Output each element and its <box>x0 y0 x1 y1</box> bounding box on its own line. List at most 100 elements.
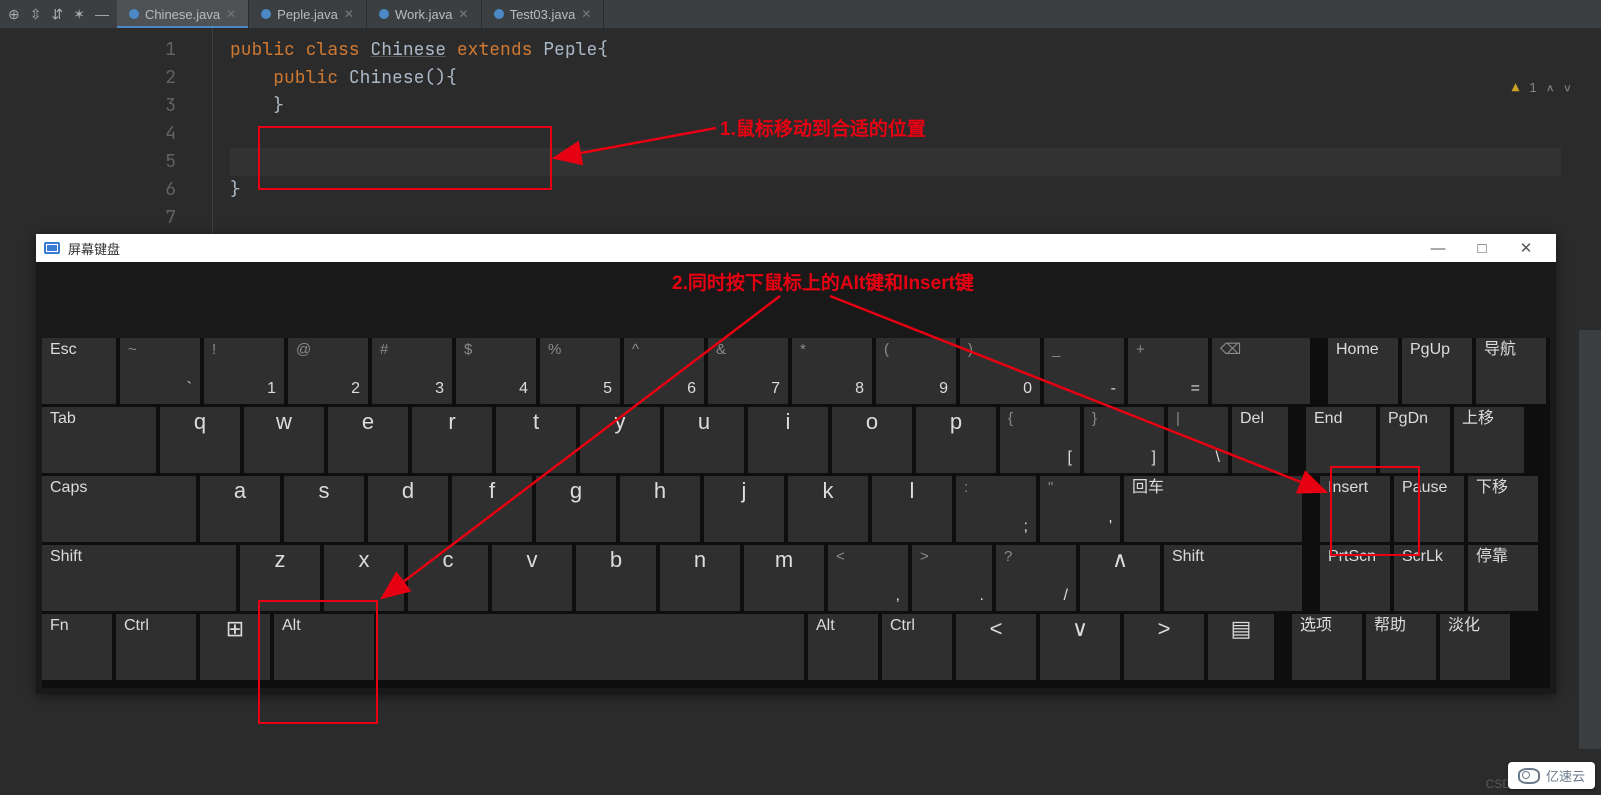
key-tab[interactable]: Tab <box>42 407 156 473</box>
key-pgdn[interactable]: PgDn <box>1380 407 1450 473</box>
tab-work-java[interactable]: Work.java✕ <box>367 0 482 28</box>
key-pause[interactable]: Pause <box>1394 476 1464 542</box>
key-j[interactable]: j <box>704 476 784 542</box>
close-icon[interactable]: ✕ <box>581 7 591 21</box>
code-line[interactable] <box>230 148 1561 176</box>
tab-test03-java[interactable]: Test03.java✕ <box>482 0 605 28</box>
key-c[interactable]: c <box>408 545 488 611</box>
key-[interactable] <box>378 614 804 680</box>
key-u[interactable]: u <box>664 407 744 473</box>
key-prtscn[interactable]: PrtScn <box>1320 545 1390 611</box>
key-1[interactable]: !1 <box>204 338 284 404</box>
key-w[interactable]: w <box>244 407 324 473</box>
key-[interactable]: 导航 <box>1476 338 1546 404</box>
toolbar-icon-1[interactable]: ⇳ <box>30 6 42 23</box>
key-z[interactable]: z <box>240 545 320 611</box>
key-9[interactable]: (9 <box>876 338 956 404</box>
close-icon[interactable]: ✕ <box>226 7 236 21</box>
key-4[interactable]: $4 <box>456 338 536 404</box>
key-q[interactable]: q <box>160 407 240 473</box>
key-alt[interactable]: Alt <box>274 614 374 680</box>
key-h[interactable]: h <box>620 476 700 542</box>
window-maximize-button[interactable]: □ <box>1460 240 1504 257</box>
key-5[interactable]: %5 <box>540 338 620 404</box>
key-0[interactable]: )0 <box>960 338 1040 404</box>
key-[interactable]: 上移 <box>1454 407 1524 473</box>
code-line[interactable]: public class Chinese extends Peple{ <box>230 36 1561 64</box>
chevron-down-icon[interactable]: ∨ <box>1564 74 1571 102</box>
key-alt[interactable]: Alt <box>808 614 878 680</box>
key-[interactable]: {[ <box>1000 407 1080 473</box>
key-s[interactable]: s <box>284 476 364 542</box>
key-[interactable]: ?/ <box>996 545 1076 611</box>
code-line[interactable]: } <box>230 92 1561 120</box>
key-caps[interactable]: Caps <box>42 476 196 542</box>
code-line[interactable]: public Chinese(){ <box>230 64 1561 92</box>
key-6[interactable]: ^6 <box>624 338 704 404</box>
key-ctrl[interactable]: Ctrl <box>116 614 196 680</box>
window-close-button[interactable]: ✕ <box>1504 239 1548 257</box>
key-[interactable]: _- <box>1044 338 1124 404</box>
key-[interactable]: 选项 <box>1292 614 1362 680</box>
key-[interactable]: "' <box>1040 476 1120 542</box>
key-n[interactable]: n <box>660 545 740 611</box>
key-esc[interactable]: Esc <box>42 338 116 404</box>
key-[interactable]: ~` <box>120 338 200 404</box>
key-[interactable]: 帮助 <box>1366 614 1436 680</box>
chevron-up-icon[interactable]: ∧ <box>1547 74 1554 102</box>
key-[interactable]: < <box>956 614 1036 680</box>
key-[interactable]: ⌫ <box>1212 338 1310 404</box>
key-y[interactable]: y <box>580 407 660 473</box>
key-t[interactable]: t <box>496 407 576 473</box>
key-[interactable]: += <box>1128 338 1208 404</box>
close-icon[interactable]: ✕ <box>344 7 354 21</box>
key-[interactable]: :; <box>956 476 1036 542</box>
key-shift[interactable]: Shift <box>42 545 236 611</box>
key-e[interactable]: e <box>328 407 408 473</box>
key-[interactable]: ∧ <box>1080 545 1160 611</box>
key-insert[interactable]: Insert <box>1320 476 1390 542</box>
key-g[interactable]: g <box>536 476 616 542</box>
tab-chinese-java[interactable]: Chinese.java✕ <box>117 0 249 28</box>
key-shift[interactable]: Shift <box>1164 545 1302 611</box>
key-[interactable]: ▤ <box>1208 614 1274 680</box>
key-home[interactable]: Home <box>1328 338 1398 404</box>
key-i[interactable]: i <box>748 407 828 473</box>
key-o[interactable]: o <box>832 407 912 473</box>
tab-peple-java[interactable]: Peple.java✕ <box>249 0 367 28</box>
key-[interactable]: |\ <box>1168 407 1228 473</box>
key-[interactable]: > <box>1124 614 1204 680</box>
key-[interactable]: }] <box>1084 407 1164 473</box>
key-f[interactable]: f <box>452 476 532 542</box>
key-scrlk[interactable]: ScrLk <box>1394 545 1464 611</box>
key-d[interactable]: d <box>368 476 448 542</box>
key-[interactable]: 回车 <box>1124 476 1302 542</box>
key-m[interactable]: m <box>744 545 824 611</box>
key-r[interactable]: r <box>412 407 492 473</box>
code-line[interactable] <box>230 204 1561 232</box>
key-8[interactable]: *8 <box>792 338 872 404</box>
key-b[interactable]: b <box>576 545 656 611</box>
code-line[interactable] <box>230 120 1561 148</box>
code-editor[interactable]: 1234567 public class Chinese extends Pep… <box>0 28 1601 238</box>
window-minimize-button[interactable]: — <box>1416 240 1460 257</box>
key-v[interactable]: v <box>492 545 572 611</box>
key-2[interactable]: @2 <box>288 338 368 404</box>
key-[interactable]: ∨ <box>1040 614 1120 680</box>
toolbar-icon-4[interactable]: — <box>95 6 109 22</box>
close-icon[interactable]: ✕ <box>459 7 469 21</box>
toolbar-icon-3[interactable]: ✶ <box>73 6 85 23</box>
key-[interactable]: 淡化 <box>1440 614 1510 680</box>
toolbar-icon-0[interactable]: ⊕ <box>8 6 20 23</box>
key-ctrl[interactable]: Ctrl <box>882 614 952 680</box>
key-[interactable]: 下移 <box>1468 476 1538 542</box>
osk-titlebar[interactable]: 屏幕键盘 — □ ✕ <box>36 234 1556 262</box>
key-p[interactable]: p <box>916 407 996 473</box>
key-del[interactable]: Del <box>1232 407 1288 473</box>
key-l[interactable]: l <box>872 476 952 542</box>
key-[interactable]: <, <box>828 545 908 611</box>
code-line[interactable]: } <box>230 176 1561 204</box>
key-a[interactable]: a <box>200 476 280 542</box>
toolbar-icon-2[interactable]: ⇵ <box>51 6 63 23</box>
key-end[interactable]: End <box>1306 407 1376 473</box>
